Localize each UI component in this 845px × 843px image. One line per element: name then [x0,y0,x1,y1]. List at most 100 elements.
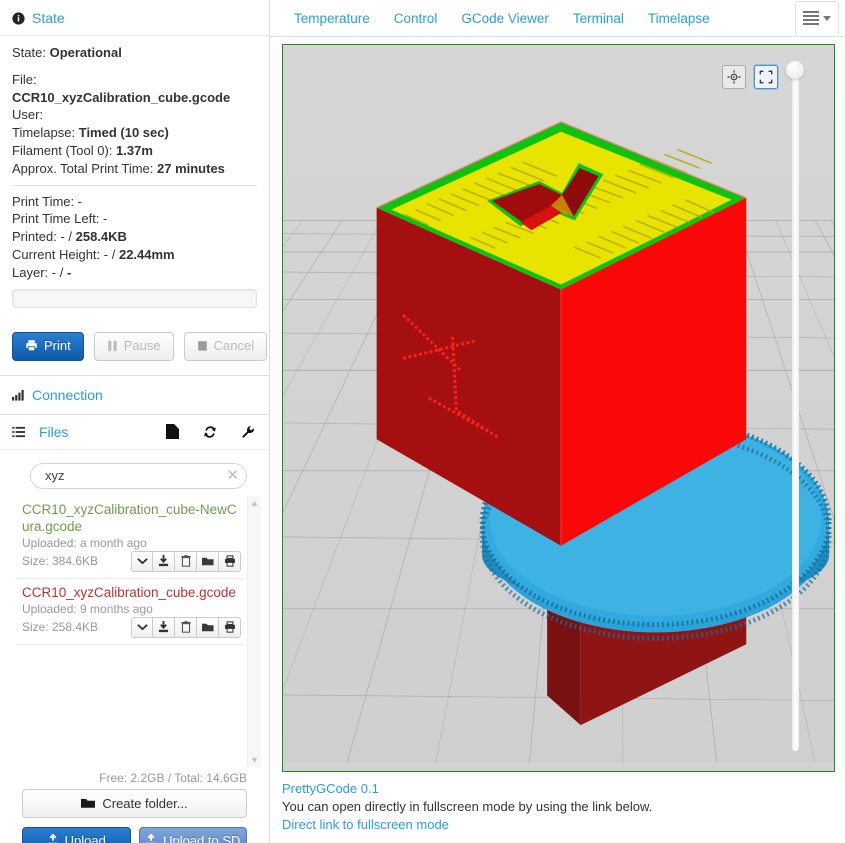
center-target-icon[interactable] [722,65,746,89]
layer-slider-track[interactable] [792,71,799,751]
upload-button[interactable]: Upload [22,827,131,843]
state-panel: State State: Operational File: CCR10_xyz… [0,0,269,376]
file-uploaded: Uploaded: 9 months ago [22,601,241,617]
stop-icon [197,340,208,352]
print-icon[interactable] [219,617,241,638]
file-value: CCR10_xyzCalibration_cube.gcode [12,90,230,105]
gcode-viewer-wrapper [270,37,845,772]
download-icon[interactable] [153,551,175,572]
octoprint-app: State State: Operational File: CCR10_xyz… [0,0,845,843]
state-panel-header[interactable]: State [0,0,269,36]
printed-row: Printed: - / 258.4KB [12,228,257,246]
printer-icon [25,339,38,352]
plugin-name-link[interactable]: PrettyGCode 0.1 [282,780,833,798]
download-icon[interactable] [153,617,175,638]
printed-value: - / [60,229,72,244]
tab-terminal[interactable]: Terminal [561,3,636,36]
files-panel-actions [166,424,255,439]
current-height-row: Current Height: - / 22.44mm [12,246,257,264]
file-name-row: CCR10_xyzCalibration_cube.gcode [12,89,257,107]
upload-buttons: Upload Upload to SD [22,827,247,843]
wrench-icon[interactable] [241,425,255,439]
pause-button-label: Pause [124,338,161,354]
burger-lines [803,11,819,25]
file-icon[interactable] [166,424,179,439]
print-time-left-value: - [103,211,107,226]
state-panel-title: State [32,10,65,26]
approx-value: 27 minutes [157,161,225,176]
timelapse-value: Timed (10 sec) [79,125,169,140]
upload-to-sd-label: Upload to SD [163,833,240,843]
print-time-row: Print Time: - [12,193,257,211]
file-label-row: File: [12,71,257,89]
search-input[interactable] [30,463,247,489]
timelapse-label: Timelapse: [12,125,75,140]
file-search: ✕ [30,463,247,489]
fullscreen-brackets-icon[interactable] [754,65,778,89]
scroll-up-icon[interactable]: ▲ [250,499,259,508]
filament-value: 1.37m [116,143,153,158]
file-name[interactable]: CCR10_xyzCalibration_cube.gcode [22,584,241,601]
scroll-down-icon[interactable]: ▼ [250,756,259,765]
current-height-value: - / [104,247,116,262]
print-button[interactable]: Print [12,332,84,361]
pause-button[interactable]: Pause [94,332,174,361]
files-body: ✕ CCR10_xyzCalibration_cube-NewCura.gcod… [0,450,269,843]
layer-slider-handle[interactable] [786,61,804,79]
layer-slider[interactable] [786,61,804,751]
state-details: State: Operational File: CCR10_xyzCalibr… [0,36,269,318]
timelapse-row: Timelapse: Timed (10 sec) [12,124,257,142]
hamburger-menu-icon[interactable] [795,1,839,35]
create-folder-label: Create folder... [102,796,187,811]
file-list: CCR10_xyzCalibration_cube-NewCura.gcode … [16,495,261,767]
print-time-value: - [78,194,82,209]
layer-row: Layer: - / - [12,264,257,282]
list-item[interactable]: CCR10_xyzCalibration_cube-NewCura.gcode … [16,496,245,579]
printed-total: 258.4KB [76,229,127,244]
tab-bar: Temperature Control GCode Viewer Termina… [270,0,845,37]
cancel-button[interactable]: Cancel [184,332,267,361]
fullscreen-link[interactable]: Direct link to fullscreen mode [282,816,833,834]
trash-icon[interactable] [175,551,197,572]
file-list-scrollbar[interactable]: ▲ ▼ [247,496,261,767]
file-name[interactable]: CCR10_xyzCalibration_cube-NewCura.gcode [22,501,241,535]
files-panel: Files ✕ [0,415,269,843]
file-label: File: [12,72,37,87]
current-height-label: Current Height: [12,247,100,262]
tab-gcode-viewer[interactable]: GCode Viewer [449,3,561,36]
connection-panel-header[interactable]: Connection [0,376,269,414]
move-folder-icon[interactable] [197,617,219,638]
create-folder-button[interactable]: Create folder... [22,789,247,818]
list-item[interactable]: CCR10_xyzCalibration_cube.gcode Uploaded… [16,579,245,645]
layer-total: - [67,265,71,280]
sidebar: State State: Operational File: CCR10_xyz… [0,0,270,843]
tab-timelapse[interactable]: Timelapse [636,3,722,36]
file-row-actions [131,551,241,572]
gcode-3d-viewer[interactable] [282,44,835,772]
close-icon[interactable]: ✕ [226,467,239,485]
tab-temperature[interactable]: Temperature [282,3,382,36]
print-button-label: Print [44,338,71,354]
pause-icon [107,340,118,352]
chevron-down-icon[interactable] [131,551,153,572]
files-panel-header: Files [0,415,269,450]
move-folder-icon[interactable] [197,551,219,572]
print-controls: Print Pause Cancel [0,318,269,375]
user-row: User: [12,106,257,124]
trash-icon[interactable] [175,617,197,638]
approx-row: Approx. Total Print Time: 27 minutes [12,160,257,178]
approx-label: Approx. Total Print Time: [12,161,153,176]
tab-control[interactable]: Control [382,3,450,36]
main-content: Temperature Control GCode Viewer Termina… [270,0,845,843]
state-label: State: [12,45,46,60]
print-time-label: Print Time: [12,194,74,209]
chevron-down-icon[interactable] [131,617,153,638]
upload-to-sd-button[interactable]: Upload to SD [139,827,248,843]
print-icon[interactable] [219,551,241,572]
refresh-icon[interactable] [203,425,217,439]
viewer-canvas [283,45,834,763]
filament-label: Filament (Tool 0): [12,143,112,158]
file-size: Size: 258.4KB [22,619,98,635]
user-label: User: [12,107,43,122]
upload-label: Upload [65,833,106,843]
